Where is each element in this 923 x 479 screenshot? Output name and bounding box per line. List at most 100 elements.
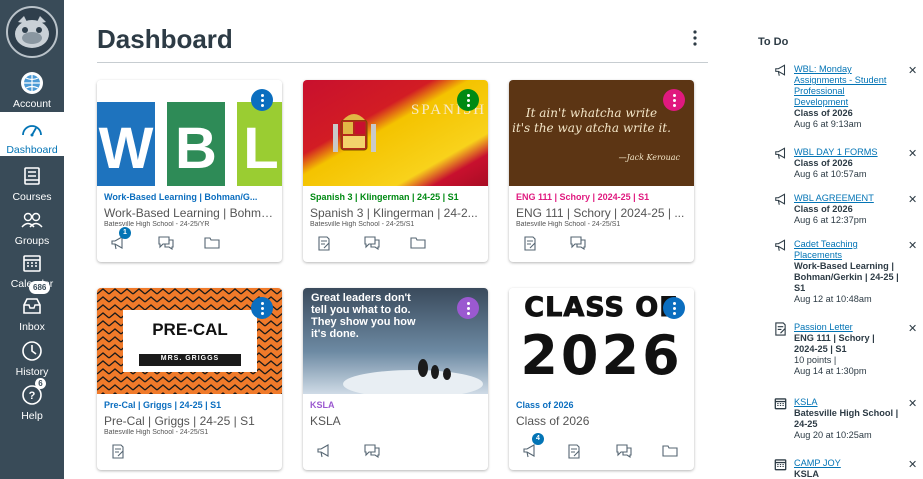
- course-card[interactable]: SPANISH 3 Spanish 3 | Klingerman | 24-25…: [303, 80, 488, 262]
- announcements-badge: 1: [119, 227, 131, 239]
- todo-item-date: Aug 6 at 12:37pm: [794, 215, 867, 225]
- card-options-button[interactable]: [457, 297, 479, 319]
- course-card[interactable]: CLASS OF 2026 Class of 2026 Class of 202…: [509, 288, 694, 470]
- todo-item-date: Aug 6 at 10:57am: [794, 169, 867, 179]
- account-icon: [19, 70, 45, 96]
- global-navigation: Account Dashboard Courses Groups Calenda…: [0, 0, 64, 479]
- discussions-icon[interactable]: [363, 234, 381, 252]
- dismiss-todo-button[interactable]: ✕: [908, 397, 917, 410]
- announcement-icon: [774, 193, 788, 207]
- announcements-icon[interactable]: 1: [109, 227, 131, 252]
- course-card-name: Class of 2026: [516, 414, 590, 428]
- page-title: Dashboard: [97, 24, 233, 54]
- announcement-icon: [774, 64, 788, 78]
- todo-heading: To Do: [758, 36, 789, 48]
- course-card-term: Batesville High School - 24-25/S1: [516, 221, 621, 228]
- course-card-term: Batesville High School - 24-25/S1: [104, 429, 209, 436]
- nav-history[interactable]: History: [0, 338, 64, 378]
- todo-item[interactable]: CAMP JOY KSLA ✕: [774, 458, 919, 479]
- assignments-icon[interactable]: [565, 442, 583, 460]
- announcements-icon[interactable]: 4: [521, 433, 544, 460]
- discussions-icon[interactable]: [615, 442, 633, 460]
- precal-hero-title: PRE-CAL: [152, 320, 228, 339]
- card-options-button[interactable]: [251, 89, 273, 111]
- nav-dashboard-label: Dashboard: [6, 144, 58, 156]
- calendar-event-icon: [774, 458, 788, 472]
- dismiss-todo-button[interactable]: ✕: [908, 458, 917, 471]
- todo-item-link[interactable]: Passion Letter: [794, 322, 853, 332]
- assignments-icon[interactable]: [315, 234, 333, 252]
- discussions-icon[interactable]: [157, 234, 175, 252]
- dismiss-todo-button[interactable]: ✕: [908, 322, 917, 335]
- ksla-quote-line-1: Great leaders don't: [311, 292, 411, 304]
- ksla-quote-line-4: it's done.: [311, 328, 359, 340]
- course-card-title[interactable]: ENG 111 | Schory | 2024-25 | S1: [516, 192, 688, 202]
- nav-inbox[interactable]: 686 Inbox: [0, 281, 64, 333]
- ksla-quote-line-3: They show you how: [311, 316, 416, 328]
- nav-account[interactable]: Account: [0, 70, 64, 110]
- todo-item-link[interactable]: WBL AGREEMENT: [794, 193, 874, 203]
- dismiss-todo-button[interactable]: ✕: [908, 147, 917, 160]
- calendar-icon: [19, 250, 45, 276]
- course-card-name: ENG 111 | Schory | 2024-25 | ...: [516, 206, 685, 220]
- course-card[interactable]: PRE-CAL MRS. GRIGGS Pre-Cal | Griggs | 2…: [97, 288, 282, 470]
- course-card-name: KSLA: [310, 414, 341, 428]
- announcements-badge: 4: [532, 433, 544, 445]
- eng-quote-author: —Jack Kerouac: [618, 153, 680, 162]
- dismiss-todo-button[interactable]: ✕: [908, 64, 917, 77]
- nav-groups-label: Groups: [14, 235, 50, 247]
- discussions-icon[interactable]: [363, 442, 381, 460]
- assignments-icon[interactable]: [521, 234, 539, 252]
- course-card-title[interactable]: Work-Based Learning | Bohman/G...: [104, 192, 276, 202]
- dashboard-options-icon[interactable]: [690, 29, 700, 49]
- groups-icon: [19, 207, 45, 233]
- course-card-name: Spanish 3 | Klingerman | 24-2...: [310, 206, 478, 220]
- folder-icon[interactable]: [661, 442, 679, 460]
- dismiss-todo-button[interactable]: ✕: [908, 239, 917, 252]
- header-divider: [97, 62, 708, 63]
- calendar-event-icon: [774, 397, 788, 411]
- svg-text:L: L: [243, 116, 278, 181]
- nav-courses[interactable]: Courses: [0, 163, 64, 203]
- help-icon: ? 6: [19, 378, 46, 408]
- svg-text:B: B: [175, 116, 217, 181]
- nav-account-label: Account: [13, 98, 51, 110]
- discussions-icon[interactable]: [569, 234, 587, 252]
- nav-history-label: History: [15, 366, 49, 378]
- course-card-title[interactable]: Class of 2026: [516, 400, 688, 410]
- card-options-button[interactable]: [251, 297, 273, 319]
- announcements-icon[interactable]: [315, 442, 333, 460]
- course-card[interactable]: It ain't whatcha write it's the way atch…: [509, 80, 694, 262]
- nav-groups[interactable]: Groups: [0, 207, 64, 247]
- dashboard-icon: [19, 116, 45, 142]
- svg-text:?: ?: [29, 390, 36, 402]
- nav-help[interactable]: ? 6 Help: [0, 378, 64, 422]
- card-options-button[interactable]: [663, 297, 685, 319]
- todo-item-link[interactable]: KSLA: [794, 397, 818, 407]
- todo-item-link[interactable]: WBL DAY 1 FORMS: [794, 147, 878, 157]
- todo-item-link[interactable]: WBL: Monday Assignments - Student Profes…: [794, 64, 886, 107]
- todo-item-context: KSLA: [794, 469, 820, 479]
- course-card-title[interactable]: Spanish 3 | Klingerman | 24-25 | S1: [310, 192, 482, 202]
- folder-icon[interactable]: [409, 234, 427, 252]
- todo-item-link[interactable]: CAMP JOY: [794, 458, 841, 468]
- dismiss-todo-button[interactable]: ✕: [908, 193, 917, 206]
- course-card[interactable]: W B L Work-Based Learning | Bohman/G... …: [97, 80, 282, 262]
- history-icon: [19, 338, 45, 364]
- todo-item-context: Class of 2026: [794, 108, 853, 118]
- todo-item-link[interactable]: Cadet Teaching Placements: [794, 239, 858, 260]
- course-card-title[interactable]: KSLA: [310, 400, 482, 410]
- card-options-button[interactable]: [457, 89, 479, 111]
- school-logo[interactable]: [4, 4, 60, 60]
- course-card-title[interactable]: Pre-Cal | Griggs | 24-25 | S1: [104, 400, 276, 410]
- folder-icon[interactable]: [203, 234, 221, 252]
- courses-icon: [19, 163, 45, 189]
- nav-inbox-label: Inbox: [19, 321, 45, 333]
- todo-item-date: Aug 12 at 10:48am: [794, 294, 872, 304]
- course-card[interactable]: Great leaders don't tell you what to do.…: [303, 288, 488, 470]
- eng-quote-line-1: It ain't whatcha write: [525, 106, 658, 120]
- assignments-icon[interactable]: [109, 442, 127, 460]
- card-options-button[interactable]: [663, 89, 685, 111]
- course-card-name: Work-Based Learning | Bohma...: [104, 206, 276, 220]
- nav-dashboard[interactable]: Dashboard: [0, 112, 64, 156]
